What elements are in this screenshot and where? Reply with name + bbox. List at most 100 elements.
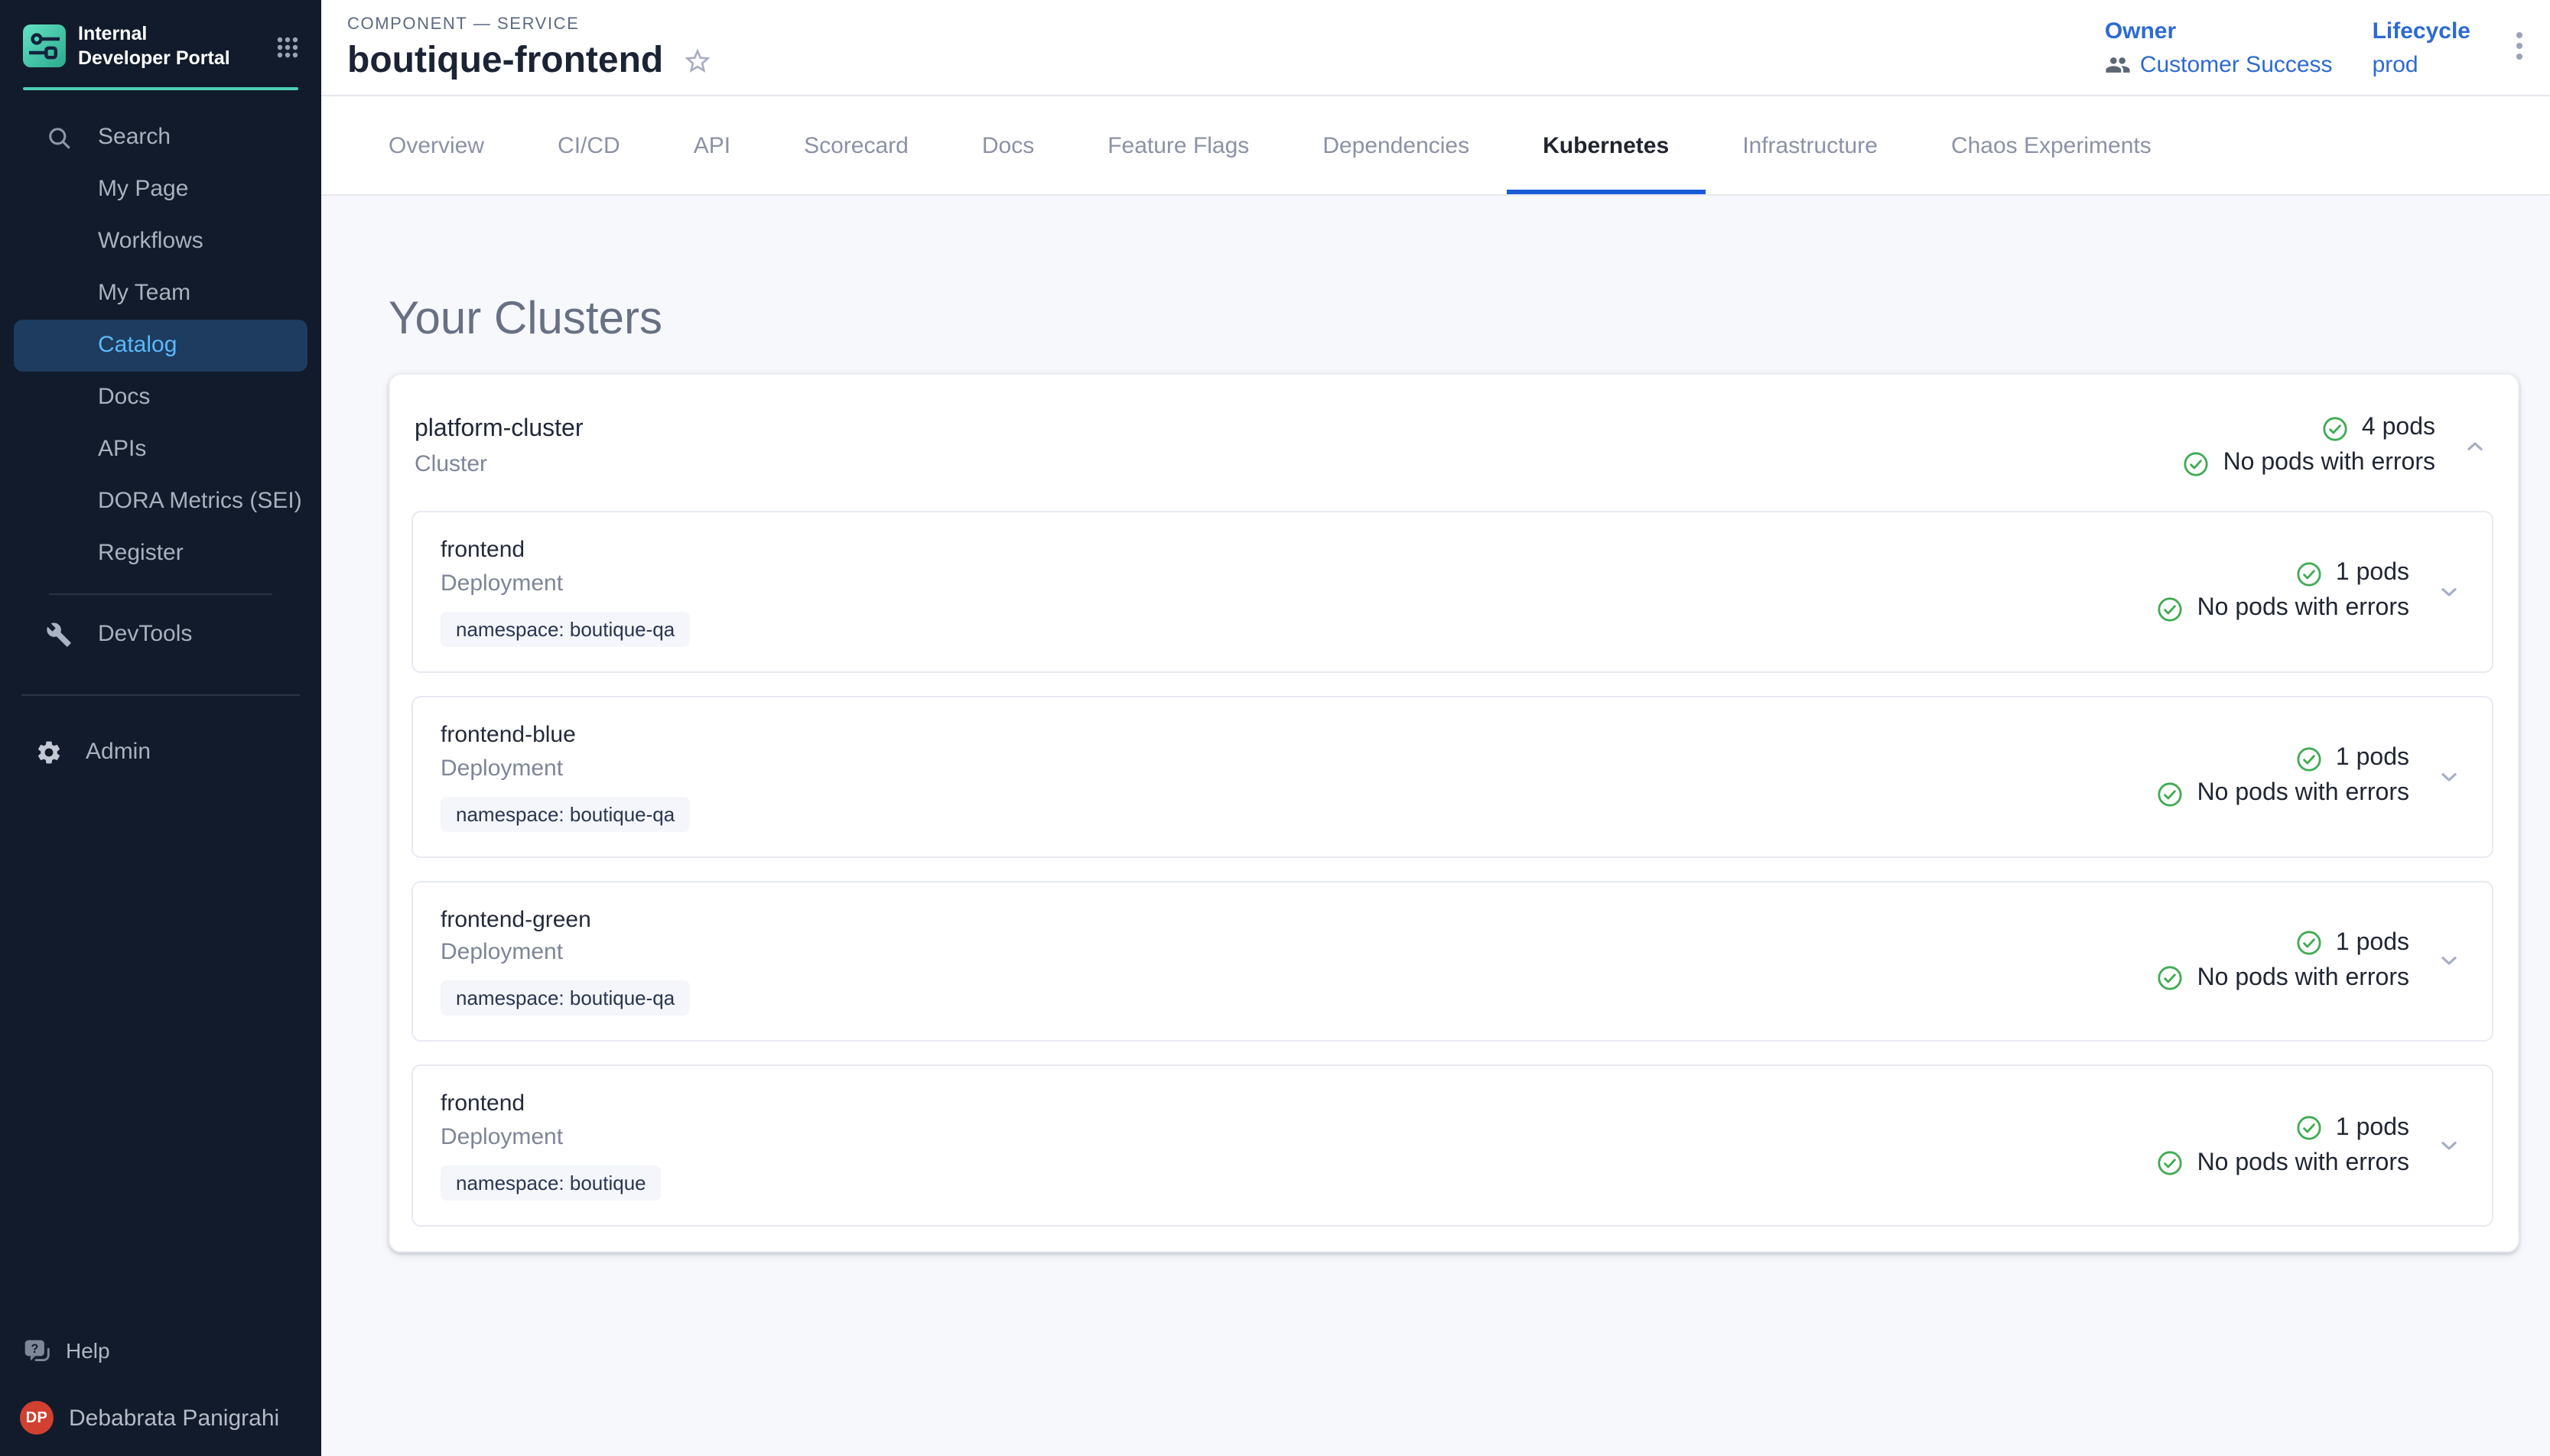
workload-pods-errors: No pods with errors (2197, 596, 2409, 623)
chevron-down-icon[interactable] (2434, 1130, 2464, 1161)
page-title: boutique-frontend (347, 41, 663, 82)
sidebar-item-label: Catalog (98, 332, 177, 358)
check-circle-icon (2158, 781, 2184, 807)
brand-link[interactable]: Internal Developer Portal (0, 0, 321, 86)
sidebar-item-apis[interactable]: APIs (14, 423, 307, 475)
sidebar-item-devtools[interactable]: DevTools (14, 608, 307, 660)
check-circle-icon (2322, 415, 2348, 441)
workload-info: frontend Deployment namespace: boutique (441, 1091, 662, 1201)
check-circle-icon (2184, 450, 2210, 476)
sidebar-item-docs[interactable]: Docs (14, 371, 307, 423)
workload-pods-count: 1 pods (2336, 561, 2409, 588)
cluster-pods-count: 4 pods (2362, 414, 2435, 442)
lifecycle-label: Lifecycle (2373, 20, 2470, 45)
brand-title: Internal Developer Portal (78, 21, 243, 71)
chevron-down-icon[interactable] (2434, 577, 2464, 607)
sidebar-item-label: My Page (98, 176, 188, 202)
entity-header: COMPONENT — SERVICE boutique-frontend Ow… (321, 0, 2550, 96)
search-icon (46, 124, 72, 150)
cluster-card: platform-cluster Cluster 4 pods (389, 373, 2519, 1253)
workload-card-frontend-boutique: frontend Deployment namespace: boutique (411, 1065, 2493, 1227)
workload-pods-errors: No pods with errors (2197, 780, 2409, 808)
sidebar-item-label: DORA Metrics (SEI) (98, 488, 302, 514)
lifecycle-meta: Lifecycle prod (2373, 20, 2470, 77)
cluster-accordion-header[interactable]: platform-cluster Cluster 4 pods (390, 375, 2518, 511)
workload-pods-count: 1 pods (2336, 745, 2409, 772)
check-circle-icon (2158, 966, 2184, 992)
workload-pods-count: 1 pods (2336, 930, 2409, 957)
workload-list: frontend Deployment namespace: boutique-… (390, 511, 2518, 1251)
tab-scorecard[interactable]: Scorecard (767, 96, 945, 194)
sidebar-footer: ? Help DP Debabrata Panigrahi (0, 1328, 321, 1456)
tab-cicd[interactable]: CI/CD (521, 96, 657, 194)
kebab-menu-icon[interactable] (2510, 23, 2529, 69)
svg-text:?: ? (31, 1342, 39, 1356)
workload-info: frontend-blue Deployment namespace: bout… (441, 722, 690, 832)
sidebar-item-register[interactable]: Register (14, 527, 307, 579)
sidebar-item-my-page[interactable]: My Page (14, 163, 307, 215)
sidebar-item-label: DevTools (98, 621, 192, 647)
sidebar: Internal Developer Portal Search My Page (0, 0, 321, 1456)
tab-bar: Overview CI/CD API Scorecard Docs Featur… (321, 96, 2550, 196)
help-label: Help (66, 1338, 110, 1363)
tab-dependencies[interactable]: Dependencies (1286, 96, 1506, 194)
tab-infrastructure[interactable]: Infrastructure (1706, 96, 1914, 194)
sidebar-item-label: My Team (98, 280, 190, 306)
workload-info: frontend Deployment namespace: boutique-… (441, 537, 690, 647)
sidebar-item-label: APIs (98, 436, 146, 462)
entity-header-right: Owner Customer Success Lifecycle prod (2105, 20, 2529, 95)
tab-chaos-experiments[interactable]: Chaos Experiments (1914, 96, 2188, 194)
sidebar-item-my-team[interactable]: My Team (14, 267, 307, 319)
sidebar-nav: Search My Page Workflows My Team Catalog… (0, 111, 321, 778)
tab-docs[interactable]: Docs (945, 96, 1071, 194)
idp-logo-icon (23, 25, 66, 68)
chevron-down-icon[interactable] (2434, 761, 2464, 791)
tab-feature-flags[interactable]: Feature Flags (1071, 96, 1286, 194)
namespace-badge: namespace: boutique (441, 1165, 662, 1201)
sidebar-item-workflows[interactable]: Workflows (14, 215, 307, 267)
sidebar-item-catalog[interactable]: Catalog (14, 319, 307, 371)
chevron-down-icon[interactable] (2434, 946, 2464, 977)
workload-name: frontend (441, 1091, 662, 1120)
workload-card-frontend-blue: frontend-blue Deployment namespace: bout… (411, 696, 2493, 858)
check-circle-icon (2296, 561, 2322, 587)
avatar: DP (20, 1401, 54, 1435)
cluster-info: platform-cluster Cluster (415, 414, 584, 477)
cluster-pods-errors: No pods with errors (2223, 450, 2435, 477)
cluster-name: platform-cluster (415, 414, 584, 445)
sidebar-item-search[interactable]: Search (14, 111, 307, 163)
workload-pods-errors: No pods with errors (2197, 1149, 2409, 1177)
entity-header-left: COMPONENT — SERVICE boutique-frontend (347, 0, 712, 95)
tab-overview[interactable]: Overview (352, 96, 521, 194)
people-icon (2105, 53, 2131, 76)
star-icon[interactable] (681, 46, 712, 76)
tab-kubernetes[interactable]: Kubernetes (1506, 96, 1706, 194)
tab-api[interactable]: API (657, 96, 767, 194)
chevron-up-icon[interactable] (2460, 431, 2490, 461)
check-circle-icon (2296, 746, 2322, 772)
sidebar-divider (49, 593, 272, 594)
namespace-badge: namespace: boutique-qa (441, 612, 690, 647)
cluster-type: Cluster (415, 451, 584, 477)
sidebar-item-dora-metrics[interactable]: DORA Metrics (SEI) (14, 475, 307, 527)
namespace-badge: namespace: boutique-qa (441, 981, 690, 1016)
user-name: Debabrata Panigrahi (69, 1405, 279, 1431)
kubernetes-content: Your Clusters platform-cluster Cluster (321, 196, 2550, 1456)
sidebar-item-admin[interactable]: Admin (14, 726, 307, 778)
workload-type: Deployment (441, 1124, 662, 1150)
help-button[interactable]: ? Help (0, 1328, 321, 1373)
grid-icon[interactable] (275, 36, 300, 60)
workload-pods-errors: No pods with errors (2197, 965, 2409, 993)
sidebar-divider (21, 694, 300, 695)
sidebar-item-label: Workflows (98, 228, 203, 254)
owner-link[interactable]: Customer Success (2140, 51, 2333, 77)
workload-name: frontend (441, 537, 690, 566)
owner-label: Owner (2105, 20, 2333, 45)
check-circle-icon (2158, 1150, 2184, 1176)
workload-info: frontend-green Deployment namespace: bou… (441, 906, 690, 1016)
workload-name: frontend-green (441, 906, 690, 935)
lifecycle-value: prod (2373, 51, 2418, 77)
namespace-badge: namespace: boutique-qa (441, 796, 690, 831)
workload-pods-count: 1 pods (2336, 1114, 2409, 1142)
user-menu[interactable]: DP Debabrata Panigrahi (0, 1401, 321, 1435)
